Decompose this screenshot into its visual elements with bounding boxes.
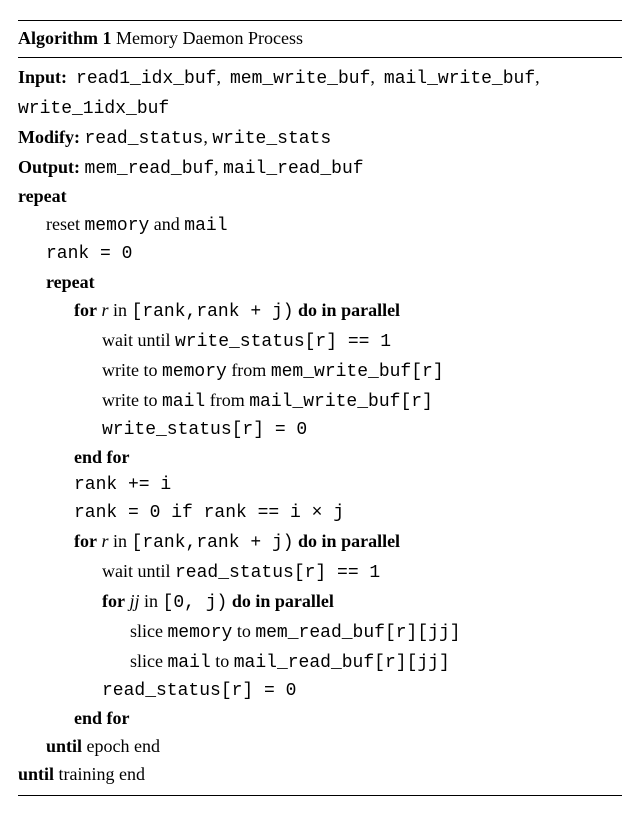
kw-for: for <box>74 531 97 551</box>
kw-in: in <box>113 300 127 320</box>
modify-item: write_stats <box>212 129 331 149</box>
output-item: mail_read_buf <box>223 159 363 179</box>
stmt-rank-reset: rank = 0 if rank == i × j <box>18 500 622 528</box>
txt: to <box>211 651 234 671</box>
txt: wait until <box>102 561 175 581</box>
stmt-write-mail: write to mail from mail_write_buf[r] <box>18 387 622 417</box>
range: [0, j) <box>163 593 228 613</box>
for-jj: for jj in [0, j) do in parallel <box>18 588 622 618</box>
input-item: mem_write_buf <box>230 69 370 89</box>
stmt-write-mem: write to memory from mem_write_buf[r] <box>18 357 622 387</box>
expr: mem_read_buf[r][jj] <box>255 623 460 643</box>
output-label: Output: <box>18 157 80 177</box>
txt: write to <box>102 390 162 410</box>
var-memory: memory <box>162 362 227 382</box>
until-epoch: until epoch end <box>18 733 622 761</box>
txt: reset <box>46 214 84 234</box>
output-line: Output: mem_read_buf, mail_read_buf <box>18 154 622 184</box>
modify-item: read_status <box>85 129 204 149</box>
modify-label: Modify: <box>18 127 80 147</box>
range: [rank,rank + j) <box>132 533 294 553</box>
stmt-wait-ws: wait until write_status[r] == 1 <box>18 327 622 357</box>
kw-repeat-inner: repeat <box>18 269 622 297</box>
algorithm-title: Memory Daemon Process <box>116 28 303 48</box>
stmt-slice-mem: slice memory to mem_read_buf[r][jj] <box>18 618 622 648</box>
input-item: mail_write_buf <box>384 69 535 89</box>
kw-until: until <box>46 736 82 756</box>
txt: slice <box>130 651 168 671</box>
kw-doinpar: do in parallel <box>298 531 400 551</box>
expr: mem_write_buf[r] <box>271 362 444 382</box>
for-read: for r in [rank,rank + j) do in parallel <box>18 528 622 558</box>
kw-until: until <box>18 764 54 784</box>
stmt-reset: reset memory and mail <box>18 211 622 241</box>
txt: wait until <box>102 330 175 350</box>
kw-endfor: end for <box>18 705 622 733</box>
var-mail: mail <box>162 392 205 412</box>
algorithm-number: Algorithm 1 <box>18 28 112 48</box>
var-memory: memory <box>168 623 233 643</box>
txt: from <box>205 390 249 410</box>
cond-epoch: epoch end <box>87 736 160 756</box>
stmt-rank-inc: rank += i <box>18 472 622 500</box>
var-r: r <box>101 531 108 551</box>
kw-in: in <box>113 531 127 551</box>
algorithm-box: Algorithm 1 Memory Daemon Process Input:… <box>18 20 622 796</box>
kw-repeat: repeat <box>18 183 622 211</box>
output-item: mem_read_buf <box>85 159 215 179</box>
cond: write_status[r] == 1 <box>175 332 391 352</box>
algorithm-body: Input: read1_idx_buf, mem_write_buf, mai… <box>18 58 622 795</box>
stmt-ws-set: write_status[r] = 0 <box>18 417 622 445</box>
txt: write to <box>102 360 162 380</box>
expr: mail_read_buf[r][jj] <box>234 653 450 673</box>
txt: from <box>227 360 271 380</box>
kw-for: for <box>102 591 125 611</box>
var-mail: mail <box>184 216 227 236</box>
txt: to <box>232 621 255 641</box>
cond: read_status[r] == 1 <box>175 563 380 583</box>
txt: slice <box>130 621 168 641</box>
stmt-rs-set: read_status[r] = 0 <box>18 678 622 706</box>
for-write: for r in [rank,rank + j) do in parallel <box>18 297 622 327</box>
var-r: r <box>101 300 108 320</box>
kw-endfor: end for <box>18 444 622 472</box>
stmt-wait-rs: wait until read_status[r] == 1 <box>18 558 622 588</box>
txt: and <box>149 214 184 234</box>
modify-line: Modify: read_status, write_stats <box>18 124 622 154</box>
input-item: read1_idx_buf <box>76 69 216 89</box>
expr: mail_write_buf[r] <box>249 392 433 412</box>
stmt-slice-mail: slice mail to mail_read_buf[r][jj] <box>18 648 622 678</box>
input-item: write_1idx_buf <box>18 99 169 119</box>
until-training: until training end <box>18 761 622 789</box>
cond-training: training end <box>59 764 145 784</box>
kw-doinpar: do in parallel <box>298 300 400 320</box>
input-line-2: write_1idx_buf <box>18 94 622 124</box>
kw-in: in <box>144 591 158 611</box>
algorithm-header: Algorithm 1 Memory Daemon Process <box>18 21 622 58</box>
var-memory: memory <box>84 216 149 236</box>
var-mail: mail <box>168 653 211 673</box>
stmt-rank-init: rank = 0 <box>18 241 622 269</box>
var-jj: jj <box>129 591 139 611</box>
input-label: Input: <box>18 67 67 87</box>
kw-for: for <box>74 300 97 320</box>
range: [rank,rank + j) <box>132 302 294 322</box>
kw-doinpar: do in parallel <box>232 591 334 611</box>
input-line: Input: read1_idx_buf, mem_write_buf, mai… <box>18 64 622 94</box>
